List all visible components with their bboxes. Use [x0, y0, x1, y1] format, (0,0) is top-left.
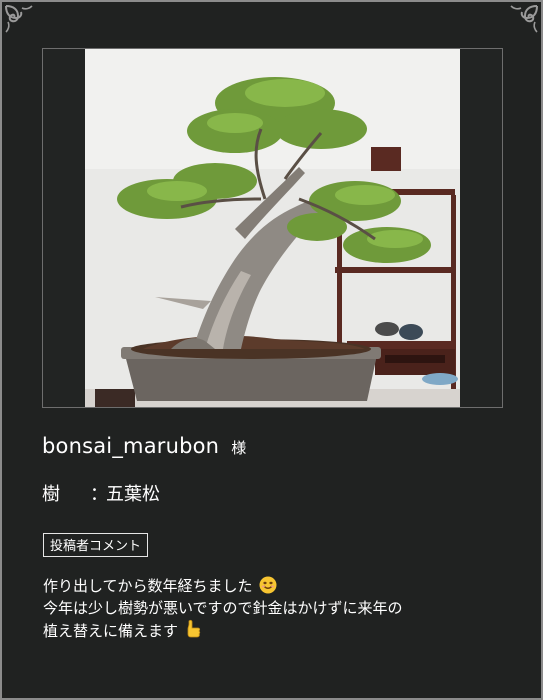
smiling-face-emoji-icon	[259, 576, 277, 594]
poster-comment: 作り出してから数年経ちました 今年は少し樹勢が悪いですので針金はかけずに来年の …	[43, 575, 403, 642]
poster-username[interactable]: bonsai_marubon	[42, 434, 219, 458]
comment-line: 作り出してから数年経ちました	[43, 575, 403, 597]
tree-species-separator: ：	[90, 484, 108, 505]
bonsai-photo-frame	[42, 48, 503, 408]
post-card: bonsai_marubon 様 樹 ： 五葉松 投稿者コメント 作り出してから…	[0, 0, 543, 700]
poster-name-line: bonsai_marubon 様	[42, 434, 246, 458]
comment-heading-badge: 投稿者コメント	[43, 533, 149, 557]
tree-species-line: 樹 ： 五葉松	[42, 480, 160, 506]
poster-honorific: 様	[231, 439, 247, 457]
bonsai-photo[interactable]	[85, 49, 460, 407]
corner-ornament-icon	[510, 5, 538, 33]
thumbs-up-emoji-icon	[187, 619, 200, 638]
comment-line: 植え替えに備えます	[43, 619, 403, 642]
tree-species-label: 樹	[42, 484, 60, 505]
comment-line: 今年は少し樹勢が悪いですので針金はかけずに来年の	[43, 599, 403, 617]
tree-species-value: 五葉松	[106, 484, 160, 505]
corner-ornament-icon	[5, 5, 33, 33]
